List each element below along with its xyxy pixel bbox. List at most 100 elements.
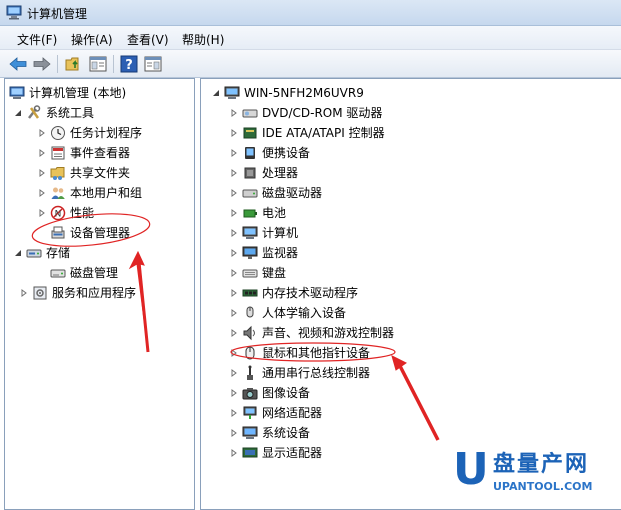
collapsed-triangle-icon[interactable] xyxy=(229,228,239,238)
memory-driver-icon xyxy=(242,285,258,301)
device-category-label: 通用串行总线控制器 xyxy=(262,366,371,380)
tree-item-label: 系统工具 xyxy=(46,106,95,120)
device-category-label: 图像设备 xyxy=(262,386,311,400)
tree-item-local-users-groups[interactable]: 本地用户和组 xyxy=(37,183,142,203)
collapsed-triangle-icon[interactable] xyxy=(229,348,239,358)
event-viewer-icon xyxy=(50,145,66,161)
storage-icon xyxy=(26,245,42,261)
menu-file[interactable]: 文件(F) xyxy=(15,31,59,48)
collapsed-triangle-icon[interactable] xyxy=(229,208,239,218)
expanded-triangle-icon[interactable] xyxy=(211,88,221,98)
device-category-row[interactable]: 网络适配器 xyxy=(229,403,322,423)
hid-icon xyxy=(242,305,258,321)
tree-item-services-applications[interactable]: 服务和应用程序 xyxy=(19,283,136,303)
ide-controller-icon xyxy=(242,125,258,141)
device-category-label: 内存技术驱动程序 xyxy=(262,286,359,300)
tree-item-shared-folders[interactable]: 共享文件夹 xyxy=(37,163,130,183)
clock-icon xyxy=(50,125,66,141)
collapsed-triangle-icon[interactable] xyxy=(229,328,239,338)
device-category-row[interactable]: 电池 xyxy=(229,203,286,223)
up-level-button[interactable] xyxy=(64,54,84,74)
device-category-row[interactable]: 系统设备 xyxy=(229,423,310,443)
collapsed-triangle-icon[interactable] xyxy=(229,308,239,318)
tree-item-label: 事件查看器 xyxy=(70,146,131,160)
collapsed-triangle-icon[interactable] xyxy=(37,188,47,198)
menu-action[interactable]: 操作(A) xyxy=(69,31,115,48)
device-category-row[interactable]: 磁盘驱动器 xyxy=(229,183,322,203)
collapsed-triangle-icon[interactable] xyxy=(229,248,239,258)
tree-item-system-tools[interactable]: 系统工具 xyxy=(13,103,94,123)
collapsed-triangle-icon[interactable] xyxy=(229,268,239,278)
device-category-row[interactable]: 内存技术驱动程序 xyxy=(229,283,358,303)
device-category-row[interactable]: 监视器 xyxy=(229,243,298,263)
collapsed-triangle-icon[interactable] xyxy=(229,448,239,458)
collapsed-triangle-icon[interactable] xyxy=(37,148,47,158)
tree-item-label: 磁盘管理 xyxy=(70,266,119,280)
tree-item-label: 设备管理器 xyxy=(70,226,131,240)
menu-view[interactable]: 查看(V) xyxy=(125,31,171,48)
display-adapter-icon xyxy=(242,445,258,461)
collapsed-triangle-icon[interactable] xyxy=(229,108,239,118)
tree-item-storage[interactable]: 存储 xyxy=(13,243,70,263)
collapsed-triangle-icon[interactable] xyxy=(37,128,47,138)
collapsed-triangle-icon[interactable] xyxy=(229,388,239,398)
sound-icon xyxy=(242,325,258,341)
watermark-letter: U xyxy=(453,444,489,495)
collapsed-triangle-icon[interactable] xyxy=(37,208,47,218)
expanded-triangle-icon[interactable] xyxy=(13,108,23,118)
collapsed-triangle-icon[interactable] xyxy=(229,408,239,418)
collapsed-triangle-icon[interactable] xyxy=(37,168,47,178)
tree-item-computer-root[interactable]: WIN-5NFH2M6UVR9 xyxy=(211,83,364,103)
back-button[interactable] xyxy=(8,54,28,74)
device-category-label: 监视器 xyxy=(262,246,299,260)
device-category-row[interactable]: 显示适配器 xyxy=(229,443,322,463)
title-bar: 计算机管理 xyxy=(0,0,621,26)
tree-item-event-viewer[interactable]: 事件查看器 xyxy=(37,143,130,163)
collapsed-triangle-icon[interactable] xyxy=(19,288,29,298)
forward-button[interactable] xyxy=(32,54,52,74)
tree-item-label: 本地用户和组 xyxy=(70,186,143,200)
device-category-row[interactable]: 图像设备 xyxy=(229,383,310,403)
tree-item-task-scheduler[interactable]: 任务计划程序 xyxy=(37,123,142,143)
collapsed-triangle-icon[interactable] xyxy=(229,168,239,178)
computer-icon xyxy=(224,85,240,101)
performance-icon: N xyxy=(50,205,66,221)
folder-up-icon xyxy=(65,57,79,71)
device-category-row[interactable]: 处理器 xyxy=(229,163,298,183)
device-category-row[interactable]: 鼠标和其他指针设备 xyxy=(229,343,370,363)
collapsed-triangle-icon[interactable] xyxy=(229,368,239,378)
processor-icon xyxy=(242,165,258,181)
show-hide-action-pane-button[interactable] xyxy=(143,54,163,74)
help-icon: ? xyxy=(120,55,138,73)
device-category-row[interactable]: 计算机 xyxy=(229,223,298,243)
dvd-drive-icon xyxy=(242,105,258,121)
device-category-row[interactable]: 通用串行总线控制器 xyxy=(229,363,370,383)
tree-item-label: 计算机管理 (本地) xyxy=(29,86,127,100)
expanded-triangle-icon[interactable] xyxy=(13,248,23,258)
toolbar-separator xyxy=(57,55,58,73)
collapsed-triangle-icon[interactable] xyxy=(229,288,239,298)
tree-item-disk-management[interactable]: 磁盘管理 xyxy=(50,263,118,283)
device-category-label: DVD/CD-ROM 驱动器 xyxy=(262,106,383,120)
device-category-label: 声音、视频和游戏控制器 xyxy=(262,326,395,340)
users-icon xyxy=(50,185,66,201)
tree-item-computer-management[interactable]: 计算机管理 (本地) xyxy=(9,83,126,103)
tree-item-performance[interactable]: N 性能 xyxy=(37,203,94,223)
tree-item-device-manager[interactable]: 设备管理器 xyxy=(50,223,130,243)
menu-bar: 文件(F) 操作(A) 查看(V) 帮助(H) xyxy=(0,26,621,50)
device-category-row[interactable]: IDE ATA/ATAPI 控制器 xyxy=(229,123,385,143)
help-button[interactable]: ? xyxy=(119,54,139,74)
collapsed-triangle-icon[interactable] xyxy=(229,128,239,138)
keyboard-icon xyxy=(242,265,258,281)
collapsed-triangle-icon[interactable] xyxy=(229,428,239,438)
device-category-label: 磁盘驱动器 xyxy=(262,186,323,200)
collapsed-triangle-icon[interactable] xyxy=(229,148,239,158)
device-category-row[interactable]: 声音、视频和游戏控制器 xyxy=(229,323,394,343)
device-category-row[interactable]: DVD/CD-ROM 驱动器 xyxy=(229,103,382,123)
show-hide-tree-button[interactable] xyxy=(88,54,108,74)
menu-help[interactable]: 帮助(H) xyxy=(180,31,226,48)
device-category-row[interactable]: 便携设备 xyxy=(229,143,310,163)
device-category-row[interactable]: 人体学输入设备 xyxy=(229,303,346,323)
collapsed-triangle-icon[interactable] xyxy=(229,188,239,198)
device-category-row[interactable]: 键盘 xyxy=(229,263,286,283)
